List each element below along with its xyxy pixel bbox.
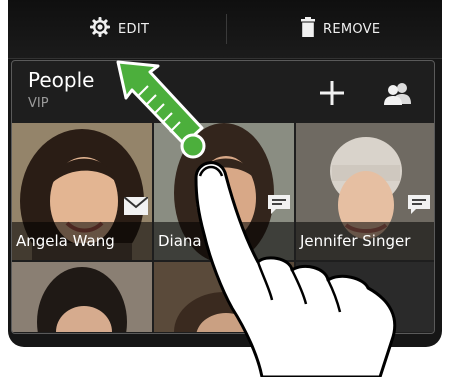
hand-pointer-icon	[194, 161, 397, 377]
drag-arrow-icon	[116, 60, 206, 159]
drag-gesture-illustration	[116, 60, 397, 377]
